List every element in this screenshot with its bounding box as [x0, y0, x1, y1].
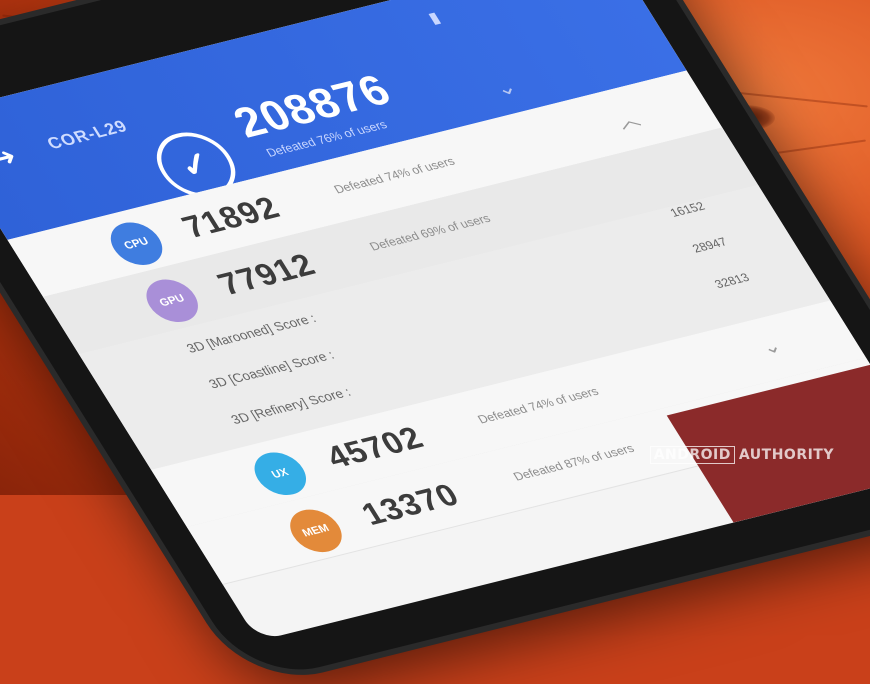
chevron-down-icon[interactable]: ⌄	[490, 74, 522, 102]
cpu-score: 71892	[175, 189, 287, 245]
mem-score: 13370	[354, 476, 466, 532]
mem-defeated: Defeated 87% of users	[510, 441, 637, 484]
watermark-brand-2: AUTHORITY	[738, 447, 834, 463]
status-icon: ▮	[425, 9, 444, 28]
cpu-badge: CPU	[101, 217, 172, 270]
mem-badge: MEM	[280, 504, 352, 557]
cpu-defeated: Defeated 74% of users	[331, 154, 458, 197]
gpu-defeated: Defeated 69% of users	[366, 211, 494, 254]
chevron-up-icon[interactable]: ︿	[609, 103, 645, 134]
phone: ➜ COR-L29 ▮ ✓ 208876 Defeated 76% of use…	[0, 0, 870, 684]
ux-badge: UX	[245, 447, 316, 500]
gpu-badge: GPU	[137, 274, 208, 327]
watermark-brand: ANDROID	[649, 446, 735, 464]
ux-score: 45702	[319, 419, 431, 475]
gpu-score: 77912	[210, 246, 323, 302]
device-model: COR-L29	[43, 116, 132, 153]
watermark: ANDROID AUTHORITY	[649, 446, 834, 464]
ux-defeated: Defeated 74% of users	[475, 384, 602, 427]
chevron-down-icon[interactable]: ⌄	[756, 334, 786, 360]
back-arrow-icon[interactable]: ➜	[0, 141, 23, 174]
